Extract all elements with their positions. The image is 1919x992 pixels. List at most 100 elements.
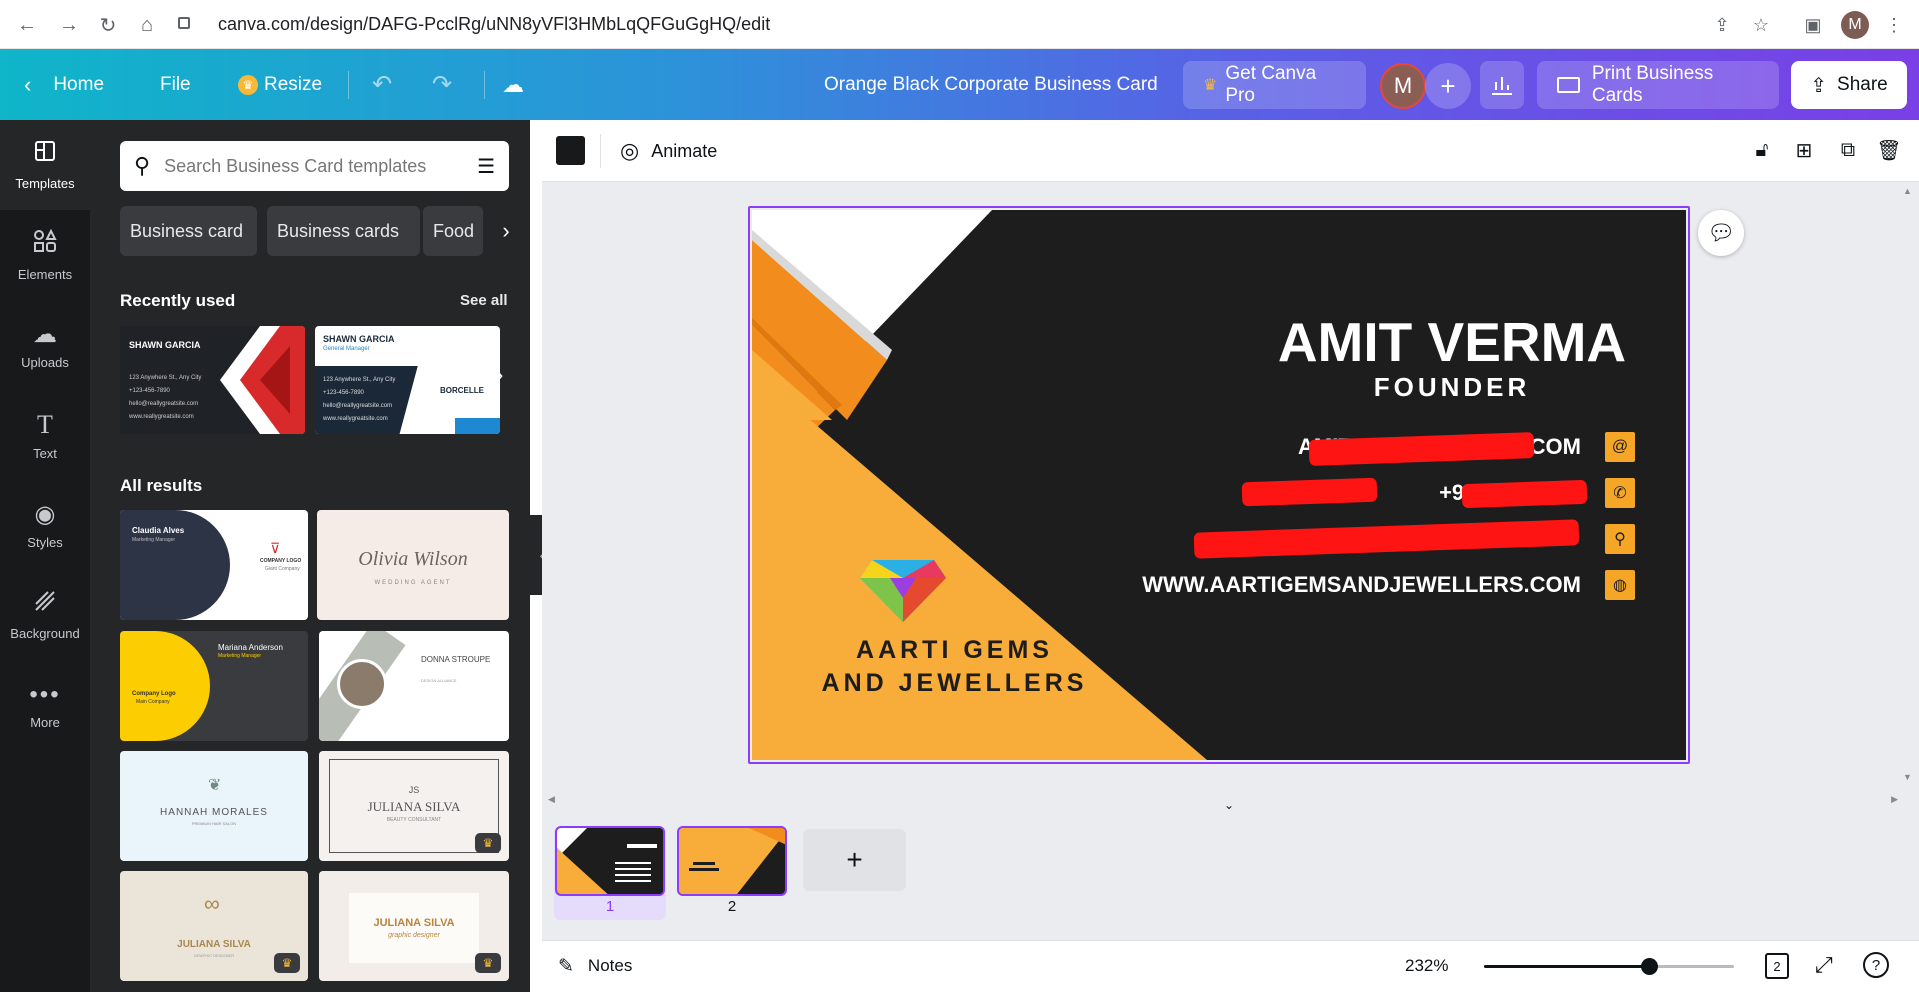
side-panel-icon[interactable]: ▣	[1800, 12, 1826, 38]
result-template-8[interactable]: JULIANA SILVA graphic designer ♛	[319, 871, 509, 981]
chip-business-cards[interactable]: Business cards	[267, 206, 420, 256]
website-text[interactable]: WWW.AARTIGEMSANDJEWELLERS.COM	[1142, 572, 1581, 598]
rail-label: Styles	[27, 535, 63, 550]
crown-icon: ♛	[238, 74, 258, 95]
divider	[600, 134, 601, 168]
home-icon[interactable]: ⌂	[134, 12, 160, 38]
zoom-level[interactable]: 232%	[1405, 956, 1448, 976]
reload-icon[interactable]: ↻	[95, 12, 121, 38]
company-line-1: AARTI GEMS	[856, 636, 1053, 664]
result-template-2[interactable]: Olivia Wilson WEDDING AGENT	[317, 510, 509, 620]
resize-label: Resize	[264, 73, 323, 95]
home-button[interactable]: ‹ Home	[24, 49, 104, 120]
document-title[interactable]: Orange Black Corporate Business Card	[824, 49, 1158, 120]
add-comment-icon[interactable]: 💬︎	[1698, 210, 1744, 256]
rail-styles[interactable]: ◉ Styles	[0, 480, 90, 570]
user-avatar[interactable]: M	[1380, 63, 1426, 109]
back-icon[interactable]: ←	[14, 12, 40, 38]
add-page-icon[interactable]: ⊞	[1789, 135, 1819, 165]
address-bar[interactable]: canva.com/design/DAFG-PcclRg/uNN8yVFl3HM…	[178, 6, 1682, 42]
rail-templates[interactable]: Templates	[0, 120, 90, 210]
page-number-1: 1	[605, 898, 615, 915]
share-button[interactable]: ⇪ Share	[1791, 61, 1907, 109]
redo-icon[interactable]: ↷	[432, 49, 452, 120]
page-thumbnail-1[interactable]	[555, 826, 665, 896]
page-count-icon[interactable]: 2	[1765, 953, 1789, 979]
rail-label: Elements	[17, 267, 73, 282]
template-sub: Giant Company	[265, 566, 300, 572]
get-canva-pro-button[interactable]: ♛ Get Canva Pro	[1183, 61, 1366, 109]
page-thumbnail-2[interactable]	[677, 826, 787, 896]
rail-elements[interactable]: Elements	[0, 210, 90, 300]
company-line-2: AND JEWELLERS	[821, 669, 1088, 697]
zoom-slider-fill	[1484, 965, 1649, 968]
insights-chart-icon[interactable]	[1480, 61, 1524, 109]
rail-more[interactable]: ••• More	[0, 660, 90, 750]
notes-button[interactable]: ✎ Notes	[558, 952, 632, 980]
template-search[interactable]: ⚲ Search Business Card templates ☰	[120, 141, 509, 191]
see-all-link[interactable]: See all	[460, 292, 508, 309]
template-name: SHAWN GARCIA	[129, 340, 201, 350]
template-name: HANNAH MORALES	[160, 807, 268, 818]
cloud-saved-icon[interactable]: ☁	[502, 49, 524, 120]
trash-icon[interactable]: 🗑︎	[1874, 135, 1904, 165]
result-template-7[interactable]: ∞ JULIANA SILVA GRAPHIC DESIGNER ♛	[120, 871, 308, 981]
business-card-page[interactable]: AARTI GEMS AND JEWELLERS AMIT VERMA FOUN…	[752, 210, 1686, 760]
result-template-1[interactable]: Claudia Alves Marketing Manager COMPANY …	[120, 510, 308, 620]
id-card-icon	[1557, 77, 1580, 93]
styles-icon: ◉	[34, 501, 56, 528]
recent-template-1[interactable]: SHAWN GARCIA 123 Anywhere St., Any City +…	[120, 326, 305, 434]
search-placeholder: Search Business Card templates	[164, 155, 427, 176]
chip-business-card[interactable]: Business card	[120, 206, 257, 256]
uploads-icon: ☁	[33, 321, 57, 348]
duplicate-page-icon[interactable]: ⧉	[1833, 135, 1863, 165]
help-icon[interactable]: ?	[1863, 952, 1889, 978]
undo-icon[interactable]: ↶	[372, 49, 392, 120]
rail-background[interactable]: Background	[0, 570, 90, 660]
rail-text[interactable]: T Text	[0, 390, 90, 480]
person-name[interactable]: AMIT VERMA	[1252, 310, 1652, 374]
forward-icon[interactable]: →	[56, 12, 82, 38]
menu-dots-icon[interactable]: ⋮	[1881, 12, 1907, 38]
recent-template-2[interactable]: SHAWN GARCIA General Manager BORCELLE 12…	[315, 326, 500, 434]
result-template-4[interactable]: DONNA STROUPE DESIGN ALLIANCE	[319, 631, 509, 741]
chevron-right-icon[interactable]: ›	[496, 362, 503, 388]
template-logo: COMPANY LOGO	[260, 558, 302, 564]
template-sub: Main Company	[136, 699, 170, 705]
result-template-5[interactable]: ❦ HANNAH MORALES PREMIUM HAIR SALON	[120, 751, 308, 861]
company-name[interactable]: AARTI GEMS AND JEWELLERS	[752, 634, 1157, 700]
print-business-cards-button[interactable]: Print Business Cards	[1537, 61, 1779, 109]
invite-plus-icon[interactable]: +	[1425, 63, 1471, 109]
globe-icon: ◍	[1605, 570, 1635, 600]
phone-icon: ✆	[1605, 478, 1635, 508]
profile-avatar[interactable]: M	[1841, 11, 1869, 39]
zoom-slider-knob[interactable]	[1641, 958, 1658, 975]
animate-button[interactable]: ◎ Animate	[620, 136, 717, 166]
rail-label: Text	[33, 445, 57, 461]
result-template-6[interactable]: JS JULIANA SILVA BEAUTY CONSULTANT ♛	[319, 751, 509, 861]
resize-button[interactable]: ♛ Resize	[238, 49, 322, 120]
filter-sliders-icon[interactable]: ☰	[477, 154, 495, 179]
add-page-button[interactable]: +	[803, 829, 906, 891]
fill-color-swatch[interactable]	[556, 136, 585, 165]
all-results-heading: All results	[120, 476, 203, 495]
chip-food[interactable]: Food	[423, 206, 483, 256]
person-title[interactable]: FOUNDER	[1252, 372, 1652, 403]
fullscreen-icon[interactable]: ⤢	[1815, 952, 1833, 978]
chevron-right-icon[interactable]: ›	[493, 206, 519, 256]
editor-toolbar	[542, 120, 1919, 182]
template-name: JULIANA SILVA	[373, 917, 455, 929]
vertical-scrollbar[interactable]: ▲ ▼	[1903, 186, 1913, 786]
share-page-icon[interactable]: ⇪	[1709, 12, 1735, 38]
template-lines: 123 Anywhere St., Any City +123-456-7890 h…	[323, 377, 396, 422]
unlock-icon[interactable]: 🔓︎	[1747, 135, 1777, 165]
zoom-slider[interactable]	[1484, 958, 1734, 975]
browser-toolbar: ← → ↻ ⌂ canva.com/design/DAFG-PcclRg/uNN…	[0, 0, 1919, 49]
template-role: DESIGN ALLIANCE	[421, 678, 457, 683]
file-menu[interactable]: File	[160, 49, 191, 120]
notes-label: Notes	[587, 956, 633, 975]
result-template-3[interactable]: Company Logo Main Company Mariana Anders…	[120, 631, 308, 741]
get-pro-label: Get Canva Pro	[1225, 63, 1317, 106]
bookmark-star-icon[interactable]: ☆	[1748, 12, 1774, 38]
rail-uploads[interactable]: ☁ Uploads	[0, 300, 90, 390]
